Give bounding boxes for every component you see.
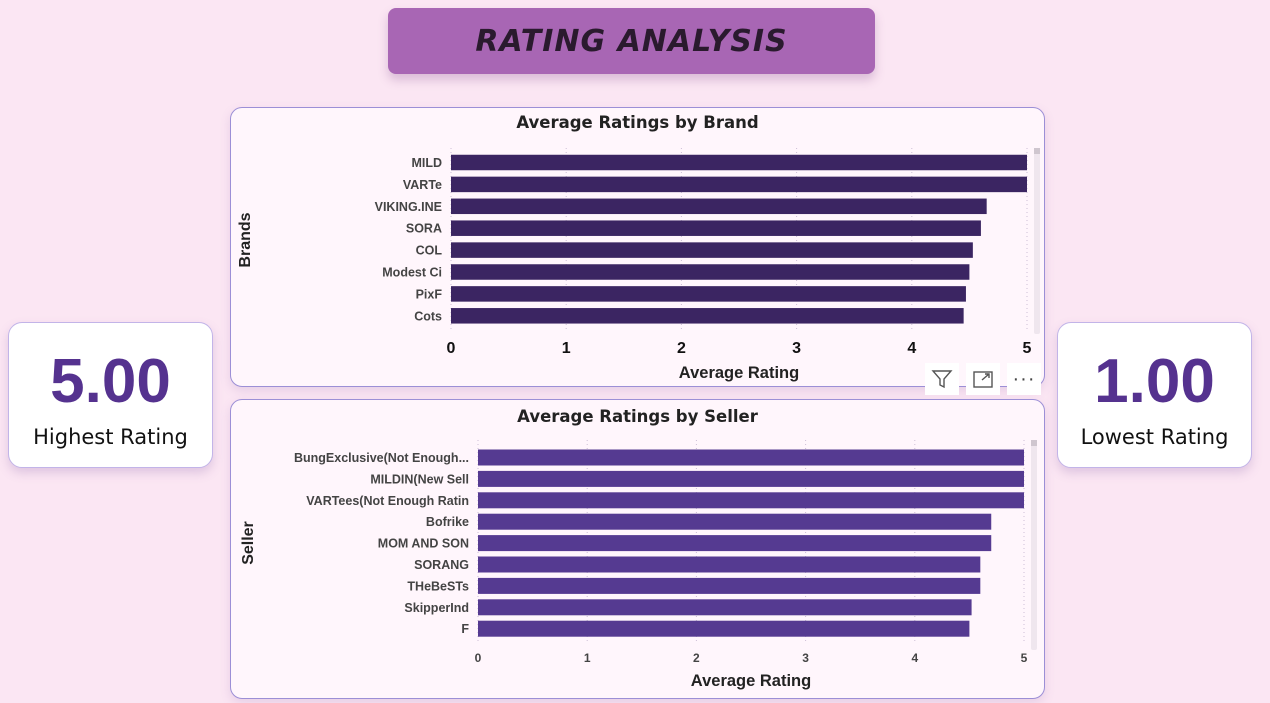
lowest-rating-value: 1.00	[1094, 347, 1215, 416]
brand-chart-bar[interactable]	[451, 154, 1027, 171]
brand-chart-category-label: Cots	[414, 309, 442, 323]
filter-button[interactable]	[925, 363, 959, 395]
seller-chart-x-tick-label: 1	[584, 651, 591, 665]
visual-toolbar: ···	[925, 363, 1041, 395]
more-options-icon: ···	[1012, 367, 1036, 390]
brand-chart-bar[interactable]	[451, 198, 987, 215]
page-title: RATING ANALYSIS	[475, 23, 788, 59]
filter-icon	[931, 370, 953, 389]
brand-chart-card[interactable]: Average Ratings by Brand 0 1 2 3 4 5 MILD VARTe…	[230, 107, 1045, 387]
seller-chart-category-label: VARTees(Not Enough Ratin	[306, 494, 469, 508]
seller-chart-bar[interactable]	[478, 556, 981, 573]
brand-chart-bar[interactable]	[451, 264, 970, 280]
lowest-rating-card: 1.00 Lowest Rating	[1057, 322, 1252, 468]
seller-chart-category-label: F	[461, 622, 469, 636]
highest-rating-card: 5.00 Highest Rating	[8, 322, 213, 468]
brand-chart-bar[interactable]	[451, 176, 1027, 193]
seller-chart-x-tick-label: 0	[475, 651, 482, 665]
brand-chart-category-label: SORA	[406, 222, 442, 236]
brand-chart: 0 1 2 3 4 5 MILD VARTe VIKING.INE SORA COL Modest C…	[237, 148, 1032, 382]
seller-chart-y-axis-title: Seller	[240, 521, 257, 565]
seller-chart-bar[interactable]	[478, 599, 972, 616]
seller-chart-x-axis-title: Average Rating	[691, 672, 811, 690]
highest-rating-label: Highest Rating	[33, 425, 188, 449]
lowest-rating-label: Lowest Rating	[1080, 425, 1229, 449]
seller-chart-category-label: SORANG	[414, 558, 469, 572]
seller-chart-bar[interactable]	[478, 620, 970, 637]
seller-chart-bar[interactable]	[478, 470, 1024, 487]
seller-chart-x-tick-label: 2	[693, 651, 700, 665]
seller-chart-bar[interactable]	[478, 577, 981, 594]
brand-chart-bar[interactable]	[451, 308, 964, 324]
brand-chart-bar[interactable]	[451, 220, 981, 236]
brand-chart-x-axis-title: Average Rating	[679, 364, 799, 382]
seller-chart-bar[interactable]	[478, 492, 1024, 509]
seller-chart-bar[interactable]	[478, 535, 992, 552]
brand-chart-category-label: MILD	[411, 156, 442, 170]
highest-rating-value: 5.00	[50, 347, 171, 416]
brand-chart-bar[interactable]	[451, 242, 973, 258]
brand-chart-x-tick-label: 0	[447, 340, 456, 357]
seller-chart-card[interactable]: Average Ratings by Seller 0 1 2 3 4 5 BungExcl…	[230, 399, 1045, 699]
seller-chart-bar[interactable]	[478, 513, 992, 530]
seller-chart-x-tick-label: 3	[802, 651, 809, 665]
brand-chart-x-tick-label: 4	[907, 340, 916, 357]
seller-chart-category-label: MILDIN(New Sell	[370, 472, 469, 486]
page-banner: RATING ANALYSIS	[388, 8, 875, 74]
brand-chart-category-label: PixF	[416, 287, 443, 301]
brand-chart-category-label: Modest Ci	[382, 266, 442, 280]
brand-chart-y-axis-title: Brands	[237, 212, 254, 267]
seller-chart-category-label: Bofrike	[426, 515, 469, 529]
seller-chart-category-label: BungExclusive(Not Enough...	[294, 451, 469, 465]
seller-chart: 0 1 2 3 4 5 BungExclusive(Not Enough... MILDIN(…	[240, 440, 1028, 690]
focus-mode-button[interactable]	[966, 363, 1000, 395]
more-options-button[interactable]: ···	[1007, 363, 1041, 395]
brand-chart-x-tick-label: 2	[677, 340, 686, 357]
seller-chart-category-label: MOM AND SON	[378, 537, 469, 551]
seller-chart-category-label: THeBeSTs	[407, 579, 469, 593]
seller-chart-bar[interactable]	[478, 449, 1024, 466]
brand-chart-bar[interactable]	[451, 286, 966, 302]
seller-chart-x-tick-label: 5	[1021, 651, 1028, 665]
brand-chart-category-label: COL	[416, 244, 443, 258]
brand-chart-x-tick-label: 3	[792, 340, 801, 357]
brand-chart-category-label: VARTe	[403, 178, 442, 192]
brand-chart-x-tick-label: 1	[562, 340, 571, 357]
brand-chart-category-label: VIKING.INE	[375, 200, 442, 214]
seller-chart-category-label: SkipperInd	[404, 601, 469, 615]
seller-chart-x-tick-label: 4	[911, 651, 918, 665]
focus-mode-icon	[973, 371, 993, 388]
brand-chart-x-tick-label: 5	[1023, 340, 1032, 357]
